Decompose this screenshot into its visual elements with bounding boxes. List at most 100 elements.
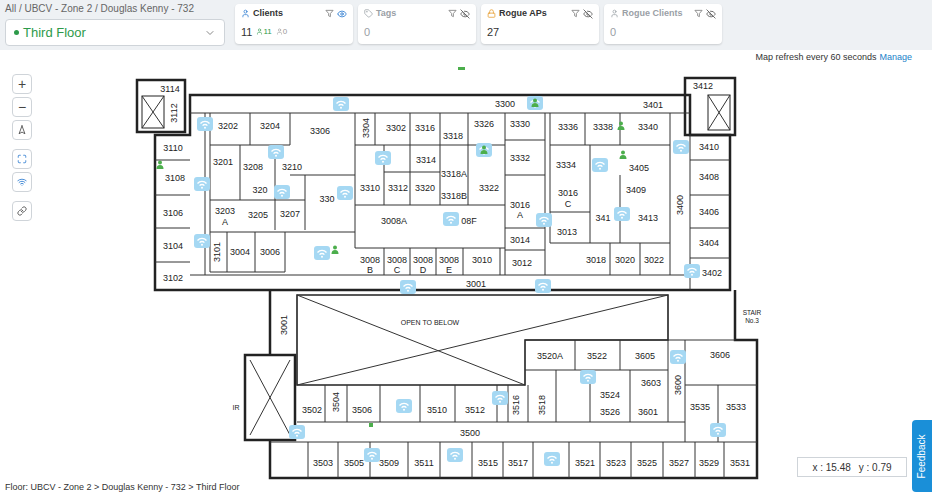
room-label: 3410 — [699, 142, 719, 152]
access-point-icon[interactable] — [614, 207, 630, 221]
room-label: 3016 — [510, 200, 530, 210]
access-point-icon[interactable] — [684, 264, 700, 278]
room-label: 3300 — [495, 99, 515, 109]
wifi-icon — [17, 177, 27, 187]
room-label: 3320 — [415, 183, 435, 193]
client-icon[interactable] — [618, 122, 625, 131]
access-point-icon[interactable] — [396, 399, 412, 413]
eye-off-icon[interactable] — [460, 9, 470, 19]
card-value: 11 — [241, 24, 252, 41]
room-label: 3405 — [629, 163, 649, 173]
stat-card[interactable]: Tags0 — [358, 4, 476, 44]
access-point-icon[interactable] — [314, 246, 330, 260]
access-point-icon[interactable] — [194, 177, 210, 191]
map-tool-button[interactable] — [12, 172, 32, 192]
map-tool-button[interactable]: − — [12, 97, 32, 117]
room-label: 3334 — [556, 160, 576, 170]
room-label: 3110 — [163, 143, 182, 153]
access-point-icon[interactable] — [274, 185, 290, 199]
room-label: 3008A — [381, 216, 407, 226]
stat-cards: Clients11110Tags0Rogue APs27Rogue Client… — [235, 4, 722, 44]
access-point-icon[interactable] — [333, 97, 349, 111]
room-label: 3304 — [361, 118, 371, 138]
client-marker[interactable] — [369, 423, 373, 427]
manage-link[interactable]: Manage — [879, 51, 912, 65]
client-icon[interactable] — [157, 161, 164, 170]
room-label: 3605 — [635, 351, 655, 361]
filter-icon[interactable] — [694, 9, 703, 18]
access-point-icon[interactable] — [364, 448, 380, 462]
room-label: 3504 — [331, 392, 341, 412]
room-label: 3018 — [586, 255, 606, 265]
access-point-icon[interactable] — [492, 391, 508, 405]
room-label: 3406 — [699, 207, 719, 217]
client-icon[interactable] — [620, 151, 627, 160]
stat-card[interactable]: Rogue APs27 — [481, 4, 599, 44]
room-label: 3527 — [669, 458, 689, 468]
room-label: 3101 — [212, 242, 222, 262]
client-icon[interactable] — [481, 146, 488, 155]
floor-select[interactable]: Third Floor — [5, 19, 225, 46]
eye-icon[interactable] — [337, 9, 347, 19]
client-icon[interactable] — [532, 99, 539, 108]
room-label: 3310 — [360, 183, 380, 193]
room-label: 3306 — [310, 126, 330, 136]
filter-icon[interactable] — [325, 9, 334, 18]
map-tool-button[interactable] — [12, 120, 32, 140]
access-point-icon[interactable] — [447, 448, 463, 462]
client-count: 11 — [256, 26, 271, 38]
room-label: 3022 — [644, 255, 664, 265]
access-point-icon[interactable] — [592, 158, 608, 172]
access-point-icon[interactable] — [710, 423, 726, 437]
room-label: C — [394, 265, 401, 275]
access-point-icon[interactable] — [197, 117, 213, 131]
room-label: 3202 — [218, 121, 238, 131]
room-label: 3336 — [558, 122, 578, 132]
access-point-icon[interactable] — [536, 213, 552, 227]
floor-map[interactable]: 3114311233003401341232023204330633043302… — [130, 66, 770, 486]
access-point-icon[interactable] — [443, 212, 459, 226]
room-label: 3402 — [702, 268, 722, 278]
room-label: 3020 — [615, 255, 635, 265]
breadcrumb[interactable]: All / UBCV - Zone 2 / Douglas Kenny - 73… — [5, 2, 225, 16]
filter-icon[interactable] — [571, 9, 580, 18]
room-label: 3312 — [388, 183, 408, 193]
room-label: 3013 — [557, 227, 577, 237]
client-icon[interactable] — [332, 246, 339, 255]
stair-number-label: No.3 — [745, 317, 759, 324]
stat-card[interactable]: Clients11110 — [235, 4, 353, 44]
access-point-icon[interactable] — [527, 96, 543, 110]
room-label: 08F — [461, 216, 477, 226]
access-point-icon[interactable] — [580, 370, 596, 384]
access-point-icon[interactable] — [544, 452, 560, 466]
filter-icon[interactable] — [448, 9, 457, 18]
room-label: 3014 — [510, 235, 530, 245]
access-point-icon[interactable] — [289, 425, 305, 439]
access-point-icon[interactable] — [268, 145, 284, 159]
room-label: 3203 — [215, 206, 235, 216]
access-point-icon[interactable] — [375, 151, 391, 165]
stat-card[interactable]: Rogue Clients0 — [604, 4, 722, 44]
room-label: 3112 — [169, 103, 179, 122]
room-label: 3520A — [537, 351, 563, 361]
access-point-icon[interactable] — [194, 234, 210, 248]
feedback-tab[interactable]: Feedback — [912, 420, 932, 492]
access-point-icon[interactable] — [673, 140, 689, 154]
room-label: 3526 — [600, 407, 620, 417]
room-label: 3006 — [260, 247, 280, 257]
access-point-icon[interactable] — [670, 350, 686, 364]
eye-off-icon[interactable] — [583, 9, 593, 19]
card-value: 27 — [487, 24, 499, 41]
access-point-icon[interactable] — [476, 143, 492, 157]
card-icon — [241, 9, 250, 18]
room-label: 3502 — [302, 405, 322, 415]
eye-off-icon[interactable] — [706, 9, 716, 19]
access-point-icon[interactable] — [400, 280, 416, 294]
room-label: 3533 — [726, 402, 746, 412]
map-tool-button[interactable] — [12, 201, 32, 221]
access-point-icon[interactable] — [535, 279, 551, 293]
map-tool-button[interactable]: + — [12, 74, 32, 94]
access-point-icon[interactable] — [337, 186, 353, 200]
map-tool-button[interactable] — [12, 149, 32, 169]
client-marker[interactable] — [458, 67, 465, 70]
